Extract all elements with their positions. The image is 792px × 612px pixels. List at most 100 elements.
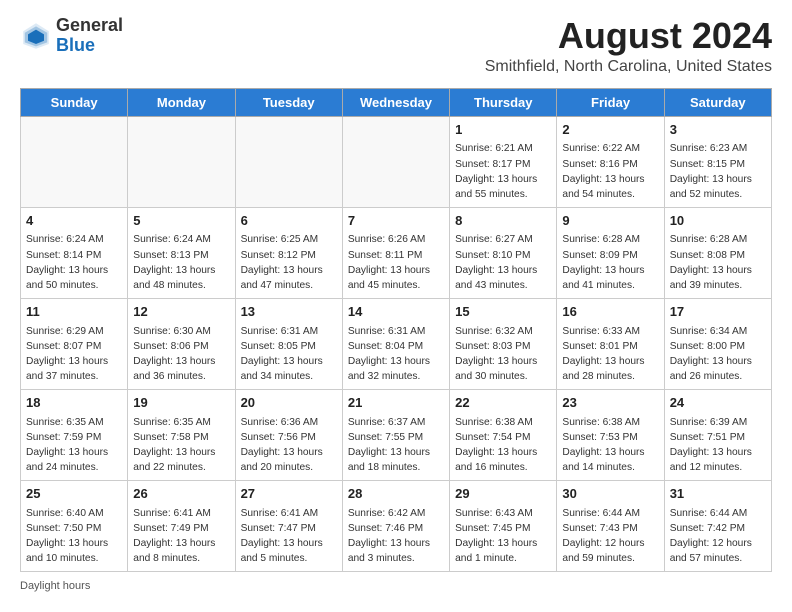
day-info: Sunrise: 6:39 AMSunset: 7:51 PMDaylight:…: [670, 415, 766, 476]
day-number: 7: [348, 212, 444, 231]
day-number: 17: [670, 303, 766, 322]
day-info: Sunrise: 6:28 AMSunset: 8:09 PMDaylight:…: [562, 232, 658, 293]
day-number: 19: [133, 394, 229, 413]
day-cell: 22 Sunrise: 6:38 AMSunset: 7:54 PMDayligh…: [450, 389, 557, 480]
day-cell: [128, 116, 235, 207]
day-cell: 15 Sunrise: 6:32 AMSunset: 8:03 PMDayligh…: [450, 298, 557, 389]
day-info: Sunrise: 6:34 AMSunset: 8:00 PMDaylight:…: [670, 324, 766, 385]
day-cell: 27 Sunrise: 6:41 AMSunset: 7:47 PMDayligh…: [235, 480, 342, 571]
logo: General Blue: [20, 16, 123, 56]
day-info: Sunrise: 6:31 AMSunset: 8:05 PMDaylight:…: [241, 324, 337, 385]
day-info: Sunrise: 6:35 AMSunset: 7:58 PMDaylight:…: [133, 415, 229, 476]
day-cell: 19 Sunrise: 6:35 AMSunset: 7:58 PMDayligh…: [128, 389, 235, 480]
day-number: 14: [348, 303, 444, 322]
calendar-table: SundayMondayTuesdayWednesdayThursdayFrid…: [20, 88, 772, 572]
logo-text: General Blue: [56, 16, 123, 56]
day-number: 6: [241, 212, 337, 231]
header-saturday: Saturday: [664, 88, 771, 116]
day-cell: 3Sunrise: 6:23 AMSunset: 8:15 PMDaylight…: [664, 116, 771, 207]
day-number: 26: [133, 485, 229, 504]
location-subtitle: Smithfield, North Carolina, United State…: [485, 58, 772, 76]
day-cell: 18 Sunrise: 6:35 AMSunset: 7:59 PMDayligh…: [21, 389, 128, 480]
day-number: 27: [241, 485, 337, 504]
day-info: Sunrise: 6:36 AMSunset: 7:56 PMDaylight:…: [241, 415, 337, 476]
day-cell: 11Sunrise: 6:29 AMSunset: 8:07 PMDayligh…: [21, 298, 128, 389]
day-info: Sunrise: 6:42 AMSunset: 7:46 PMDaylight:…: [348, 506, 444, 567]
day-info: Sunrise: 6:28 AMSunset: 8:08 PMDaylight:…: [670, 232, 766, 293]
day-number: 8: [455, 212, 551, 231]
day-info: Sunrise: 6:41 AMSunset: 7:49 PMDaylight:…: [133, 506, 229, 567]
day-cell: 9Sunrise: 6:28 AMSunset: 8:09 PMDaylight…: [557, 207, 664, 298]
day-number: 15: [455, 303, 551, 322]
day-number: 3: [670, 121, 766, 140]
day-info: Sunrise: 6:32 AMSunset: 8:03 PMDaylight:…: [455, 324, 551, 385]
day-info: Sunrise: 6:21 AMSunset: 8:17 PMDaylight:…: [455, 141, 551, 202]
day-number: 30: [562, 485, 658, 504]
day-number: 12: [133, 303, 229, 322]
day-cell: 5Sunrise: 6:24 AMSunset: 8:13 PMDaylight…: [128, 207, 235, 298]
day-number: 16: [562, 303, 658, 322]
day-cell: 21 Sunrise: 6:37 AMSunset: 7:55 PMDayligh…: [342, 389, 449, 480]
day-number: 22: [455, 394, 551, 413]
day-cell: 6Sunrise: 6:25 AMSunset: 8:12 PMDaylight…: [235, 207, 342, 298]
header-friday: Friday: [557, 88, 664, 116]
day-cell: [235, 116, 342, 207]
day-cell: 23 Sunrise: 6:38 AMSunset: 7:53 PMDayligh…: [557, 389, 664, 480]
header-thursday: Thursday: [450, 88, 557, 116]
day-number: 1: [455, 121, 551, 140]
day-info: Sunrise: 6:44 AMSunset: 7:43 PMDaylight:…: [562, 506, 658, 567]
day-cell: [342, 116, 449, 207]
day-info: Sunrise: 6:38 AMSunset: 7:53 PMDaylight:…: [562, 415, 658, 476]
day-number: 23: [562, 394, 658, 413]
week-row-4: 25 Sunrise: 6:40 AMSunset: 7:50 PMDayligh…: [21, 480, 772, 571]
day-cell: 13 Sunrise: 6:31 AMSunset: 8:05 PMDayligh…: [235, 298, 342, 389]
day-cell: 8Sunrise: 6:27 AMSunset: 8:10 PMDaylight…: [450, 207, 557, 298]
day-info: Sunrise: 6:23 AMSunset: 8:15 PMDaylight:…: [670, 141, 766, 202]
day-number: 10: [670, 212, 766, 231]
day-cell: 7Sunrise: 6:26 AMSunset: 8:11 PMDaylight…: [342, 207, 449, 298]
day-info: Sunrise: 6:43 AMSunset: 7:45 PMDaylight:…: [455, 506, 551, 567]
day-number: 24: [670, 394, 766, 413]
day-number: 2: [562, 121, 658, 140]
day-info: Sunrise: 6:41 AMSunset: 7:47 PMDaylight:…: [241, 506, 337, 567]
day-number: 21: [348, 394, 444, 413]
day-number: 13: [241, 303, 337, 322]
day-number: 25: [26, 485, 122, 504]
day-info: Sunrise: 6:24 AMSunset: 8:13 PMDaylight:…: [133, 232, 229, 293]
day-info: Sunrise: 6:37 AMSunset: 7:55 PMDaylight:…: [348, 415, 444, 476]
day-cell: 25 Sunrise: 6:40 AMSunset: 7:50 PMDayligh…: [21, 480, 128, 571]
day-cell: 31Sunrise: 6:44 AMSunset: 7:42 PMDayligh…: [664, 480, 771, 571]
day-number: 20: [241, 394, 337, 413]
title-area: August 2024 Smithfield, North Carolina, …: [485, 16, 772, 76]
day-info: Sunrise: 6:31 AMSunset: 8:04 PMDaylight:…: [348, 324, 444, 385]
day-info: Sunrise: 6:24 AMSunset: 8:14 PMDaylight:…: [26, 232, 122, 293]
day-number: 9: [562, 212, 658, 231]
day-cell: 17 Sunrise: 6:34 AMSunset: 8:00 PMDayligh…: [664, 298, 771, 389]
day-number: 5: [133, 212, 229, 231]
day-cell: 24 Sunrise: 6:39 AMSunset: 7:51 PMDayligh…: [664, 389, 771, 480]
day-info: Sunrise: 6:26 AMSunset: 8:11 PMDaylight:…: [348, 232, 444, 293]
header-wednesday: Wednesday: [342, 88, 449, 116]
day-info: Sunrise: 6:30 AMSunset: 8:06 PMDaylight:…: [133, 324, 229, 385]
day-cell: 30 Sunrise: 6:44 AMSunset: 7:43 PMDayligh…: [557, 480, 664, 571]
day-info: Sunrise: 6:33 AMSunset: 8:01 PMDaylight:…: [562, 324, 658, 385]
day-info: Sunrise: 6:25 AMSunset: 8:12 PMDaylight:…: [241, 232, 337, 293]
day-cell: 2Sunrise: 6:22 AMSunset: 8:16 PMDaylight…: [557, 116, 664, 207]
day-info: Sunrise: 6:35 AMSunset: 7:59 PMDaylight:…: [26, 415, 122, 476]
day-cell: 14 Sunrise: 6:31 AMSunset: 8:04 PMDayligh…: [342, 298, 449, 389]
day-number: 28: [348, 485, 444, 504]
day-info: Sunrise: 6:44 AMSunset: 7:42 PMDaylight:…: [670, 506, 766, 567]
week-row-2: 11Sunrise: 6:29 AMSunset: 8:07 PMDayligh…: [21, 298, 772, 389]
week-row-1: 4Sunrise: 6:24 AMSunset: 8:14 PMDaylight…: [21, 207, 772, 298]
day-info: Sunrise: 6:38 AMSunset: 7:54 PMDaylight:…: [455, 415, 551, 476]
month-title: August 2024: [485, 16, 772, 56]
day-cell: 4Sunrise: 6:24 AMSunset: 8:14 PMDaylight…: [21, 207, 128, 298]
week-row-3: 18 Sunrise: 6:35 AMSunset: 7:59 PMDayligh…: [21, 389, 772, 480]
footer-note: Daylight hours: [20, 580, 772, 592]
day-cell: 29Sunrise: 6:43 AMSunset: 7:45 PMDayligh…: [450, 480, 557, 571]
day-info: Sunrise: 6:22 AMSunset: 8:16 PMDaylight:…: [562, 141, 658, 202]
day-info: Sunrise: 6:40 AMSunset: 7:50 PMDaylight:…: [26, 506, 122, 567]
day-number: 18: [26, 394, 122, 413]
calendar-header-row: SundayMondayTuesdayWednesdayThursdayFrid…: [21, 88, 772, 116]
day-number: 11: [26, 303, 122, 322]
